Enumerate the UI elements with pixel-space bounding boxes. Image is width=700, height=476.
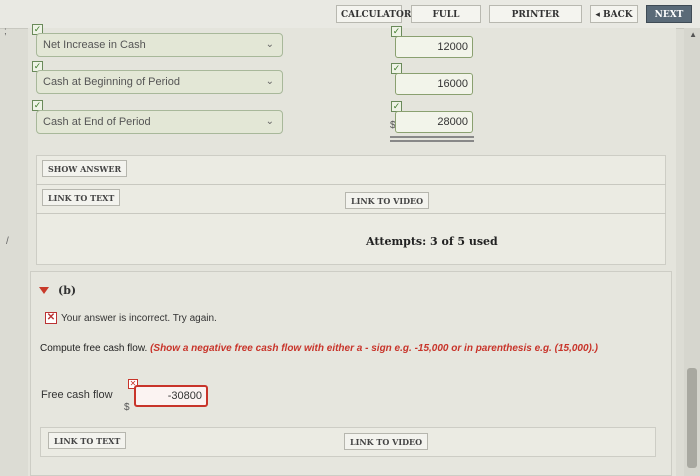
printer-version-button[interactable]: PRINTER VERSION [489,5,582,38]
select-value: Cash at End of Period [43,116,151,128]
collapse-triangle-icon[interactable] [39,287,49,294]
next-button[interactable]: NEXT ▸ [646,5,692,38]
show-answer-button[interactable]: SHOW ANSWER [42,160,128,177]
link-to-text-button[interactable]: LINK TO TEXT [42,189,121,206]
question-hint: (Show a negative free cash flow with eit… [150,343,598,354]
select-value: Net Increase in Cash [43,39,146,51]
scroll-thumb[interactable] [687,368,697,468]
free-cash-flow-label: Free cash flow [41,389,113,401]
amount-input[interactable]: 12000 [395,36,473,58]
select-value: Cash at Beginning of Period [43,76,180,88]
calculator-button[interactable]: CALCULATOR [336,5,411,23]
link-to-text-button[interactable]: LINK TO TEXT [48,432,127,449]
currency-symbol: $ [124,402,130,413]
chevron-down-icon: ⌄ [265,39,274,50]
error-x-icon: ✕ [45,312,57,324]
back-button[interactable]: ◂ BACK [590,5,638,23]
answer-panel [36,155,666,265]
line-item-select[interactable]: Cash at End of Period ⌄ [36,110,283,134]
scrollbar[interactable]: ▲ [684,28,700,476]
link-to-video-button[interactable]: LINK TO VIDEO [345,192,430,209]
line-item-select[interactable]: Cash at Beginning of Period ⌄ [36,70,283,94]
link-to-video-button[interactable]: LINK TO VIDEO [344,433,429,450]
feedback-message: Your answer is incorrect. Try again. [61,313,217,324]
margin-mark: / [6,236,9,247]
free-cash-flow-input[interactable]: -30800 [134,385,208,407]
question-prompt: Compute free cash flow. [40,343,148,354]
scroll-up-icon[interactable]: ▲ [689,30,697,39]
attempts-counter: Attempts: 3 of 5 used [366,235,498,248]
divider [36,213,666,214]
chevron-down-icon: ⌄ [265,76,274,87]
amount-input[interactable]: 16000 [395,73,473,95]
chevron-down-icon: ⌄ [265,116,274,127]
line-item-select[interactable]: Net Increase in Cash ⌄ [36,33,283,57]
amount-input[interactable]: 28000 [395,111,473,133]
full-screen-button[interactable]: FULL SCREEN [411,5,481,38]
margin-mark: ; [4,26,7,37]
total-double-underline [390,140,474,142]
divider [36,184,666,185]
part-label: (b) [58,284,77,297]
question-text: Compute free cash flow. (Show a negative… [40,343,650,355]
total-double-underline [390,136,474,138]
top-toolbar: CALCULATOR FULL SCREEN PRINTER VERSION ◂… [0,0,700,38]
